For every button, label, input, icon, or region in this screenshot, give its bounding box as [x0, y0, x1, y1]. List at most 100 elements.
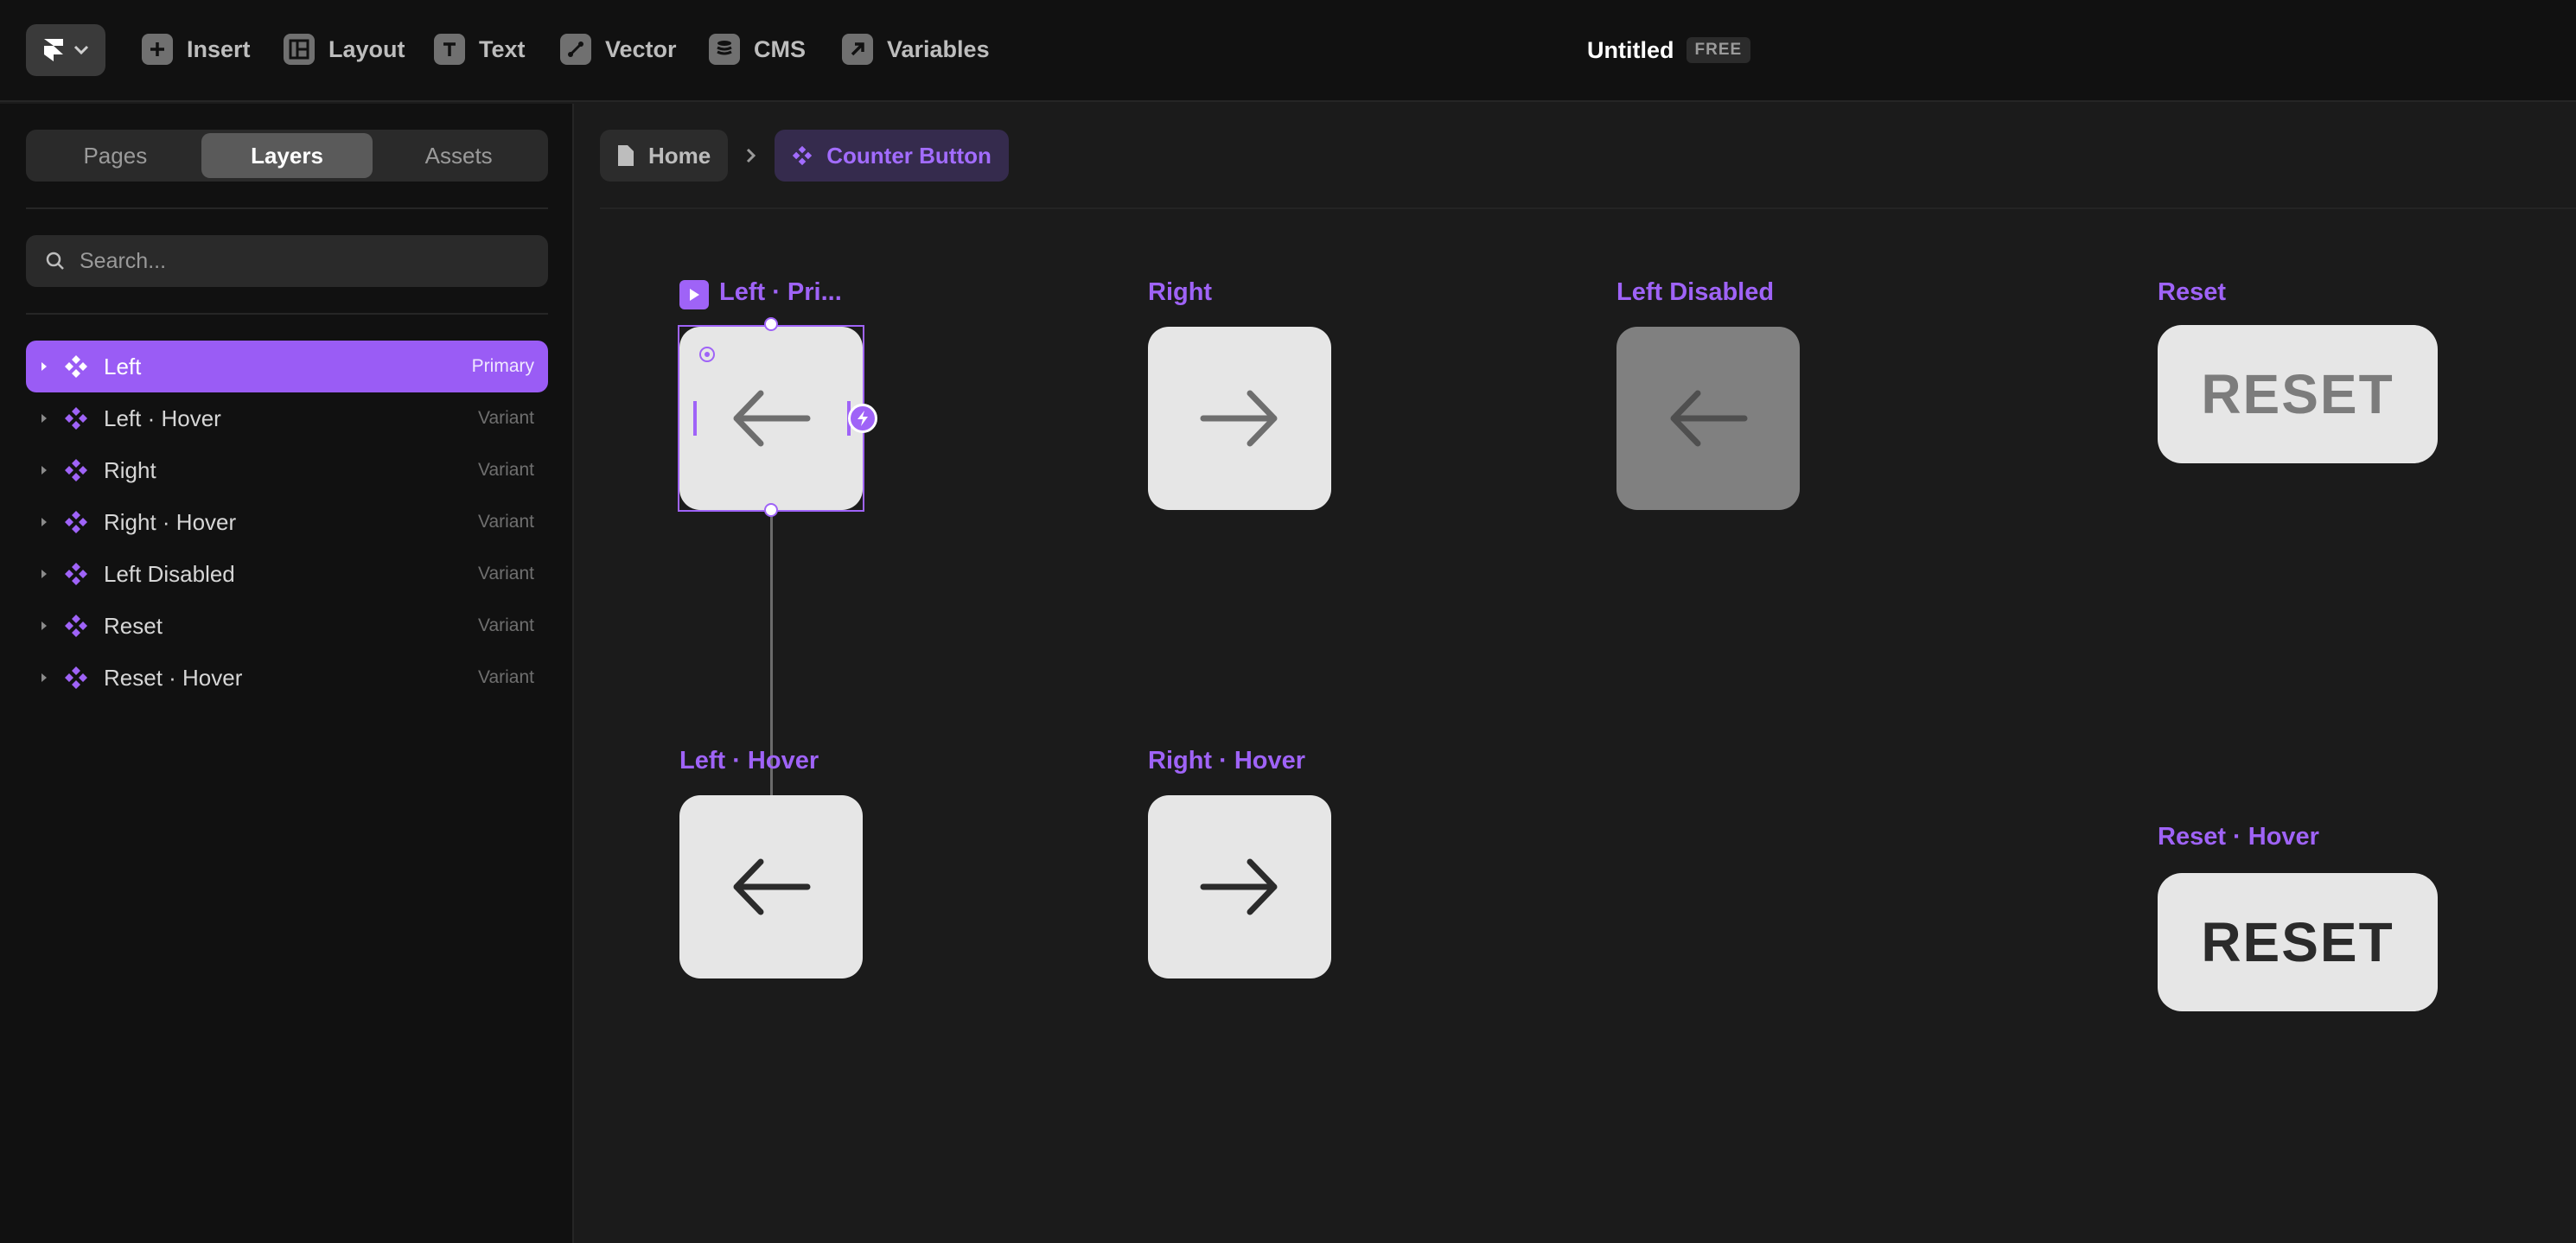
expand-caret-icon: [41, 570, 47, 578]
layer-left-hover[interactable]: Left · Hover Variant: [26, 392, 548, 444]
layer-name: Reset · Hover: [104, 664, 243, 691]
arrow-left-icon: [1670, 390, 1748, 447]
arrow-right-icon: [1200, 858, 1278, 915]
vector-button[interactable]: Vector: [560, 29, 677, 69]
top-toolbar: Insert Layout Text Vector CMS Variables …: [0, 0, 2576, 102]
plan-badge: FREE: [1686, 37, 1751, 63]
breadcrumb: Home Counter Button: [600, 130, 1009, 182]
divider: [600, 207, 2576, 209]
chevron-down-icon: [73, 45, 89, 55]
layer-name: Left · Hover: [104, 405, 221, 431]
expand-caret-icon: [41, 622, 47, 630]
left-hover-button[interactable]: [679, 795, 863, 978]
layout-button[interactable]: Layout: [284, 29, 405, 69]
tab-pages[interactable]: Pages: [29, 133, 201, 178]
divider: [26, 207, 548, 209]
breadcrumb-home-label: Home: [648, 142, 711, 169]
interaction-bolt-icon[interactable]: [848, 404, 877, 433]
vector-label: Vector: [605, 35, 677, 62]
variables-icon: [842, 34, 873, 65]
expand-caret-icon: [41, 673, 47, 682]
document-title[interactable]: Untitled FREE: [1587, 33, 1751, 67]
right-hover-button[interactable]: [1148, 795, 1331, 978]
framer-menu-button[interactable]: [26, 24, 105, 76]
layer-name: Reset: [104, 612, 163, 639]
frame-label-left-primary[interactable]: Left · Pri...: [719, 278, 842, 307]
cms-label: CMS: [754, 35, 806, 62]
component-icon: [65, 355, 87, 378]
text-button[interactable]: Text: [434, 29, 526, 69]
component-icon: [65, 563, 87, 585]
reset-hover-button[interactable]: RESET: [2158, 873, 2438, 1011]
component-icon: [65, 615, 87, 637]
layer-right-hover[interactable]: Right · Hover Variant: [26, 496, 548, 548]
component-icon: [793, 145, 813, 166]
component-icon: [65, 407, 87, 430]
tab-assets[interactable]: Assets: [373, 133, 545, 178]
layer-name: Left Disabled: [104, 560, 235, 587]
layer-type: Variant: [478, 460, 534, 480]
play-preview-icon[interactable]: [679, 280, 709, 309]
insert-label: Insert: [187, 35, 251, 62]
variables-button[interactable]: Variables: [842, 29, 990, 69]
padding-indicator[interactable]: [693, 401, 697, 436]
tab-layers[interactable]: Layers: [201, 133, 373, 178]
breadcrumb-current[interactable]: Counter Button: [775, 130, 1009, 182]
expand-caret-icon: [41, 518, 47, 526]
sidebar-tabs: Pages Layers Assets: [26, 130, 548, 182]
layer-reset-hover[interactable]: Reset · Hover Variant: [26, 652, 548, 704]
layer-type: Variant: [478, 564, 534, 583]
page-icon: [618, 145, 634, 166]
layout-icon: [284, 34, 315, 65]
layer-type: Variant: [478, 408, 534, 428]
resize-handle[interactable]: [764, 503, 778, 517]
insert-button[interactable]: Insert: [142, 29, 251, 69]
layer-right[interactable]: Right Variant: [26, 444, 548, 496]
layer-name: Right · Hover: [104, 508, 237, 535]
layer-name: Right: [104, 456, 156, 483]
reset-button[interactable]: RESET: [2158, 325, 2438, 463]
left-sidebar: Pages Layers Assets Left Primary Left · …: [0, 104, 574, 1243]
frame-label-reset[interactable]: Reset: [2158, 278, 2226, 307]
layer-left[interactable]: Left Primary: [26, 341, 548, 392]
expand-caret-icon: [41, 466, 47, 475]
breadcrumb-home[interactable]: Home: [600, 130, 729, 182]
frame-label-left-disabled[interactable]: Left Disabled: [1616, 278, 1774, 307]
layer-type: Variant: [478, 512, 534, 532]
layer-search[interactable]: [26, 235, 548, 287]
expand-caret-icon: [41, 362, 47, 371]
text-icon: [434, 34, 465, 65]
layer-name: Left: [104, 353, 142, 379]
database-icon: [709, 34, 740, 65]
layer-type: Variant: [478, 667, 534, 687]
document-name: Untitled: [1587, 36, 1674, 63]
component-icon: [65, 459, 87, 481]
frame-label-left-hover[interactable]: Left · Hover: [679, 747, 819, 775]
framer-logo-icon: [44, 39, 63, 61]
variables-label: Variables: [887, 35, 990, 62]
layers-list: Left Primary Left · Hover Variant Right …: [26, 341, 548, 704]
frame-label-reset-hover[interactable]: Reset · Hover: [2158, 823, 2319, 851]
layout-label: Layout: [328, 35, 405, 62]
chevron-right-icon: [747, 148, 756, 163]
canvas[interactable]: Home Counter Button Left · Pri... Right …: [576, 104, 2576, 1243]
pen-icon: [560, 34, 591, 65]
frame-label-right-hover[interactable]: Right · Hover: [1148, 747, 1305, 775]
layer-type: Primary: [471, 356, 534, 376]
search-input[interactable]: [80, 248, 529, 274]
component-icon: [65, 511, 87, 533]
divider: [26, 313, 548, 315]
component-icon: [65, 666, 87, 689]
resize-handle[interactable]: [764, 317, 778, 331]
layer-reset[interactable]: Reset Variant: [26, 600, 548, 652]
breadcrumb-current-label: Counter Button: [826, 142, 992, 169]
cms-button[interactable]: CMS: [709, 29, 806, 69]
frame-label-right[interactable]: Right: [1148, 278, 1212, 307]
right-button[interactable]: [1148, 327, 1331, 510]
layer-type: Variant: [478, 615, 534, 635]
arrow-right-icon: [1200, 390, 1278, 447]
text-label: Text: [479, 35, 526, 62]
target-icon[interactable]: [698, 346, 716, 363]
left-disabled-button[interactable]: [1616, 327, 1800, 510]
layer-left-disabled[interactable]: Left Disabled Variant: [26, 548, 548, 600]
